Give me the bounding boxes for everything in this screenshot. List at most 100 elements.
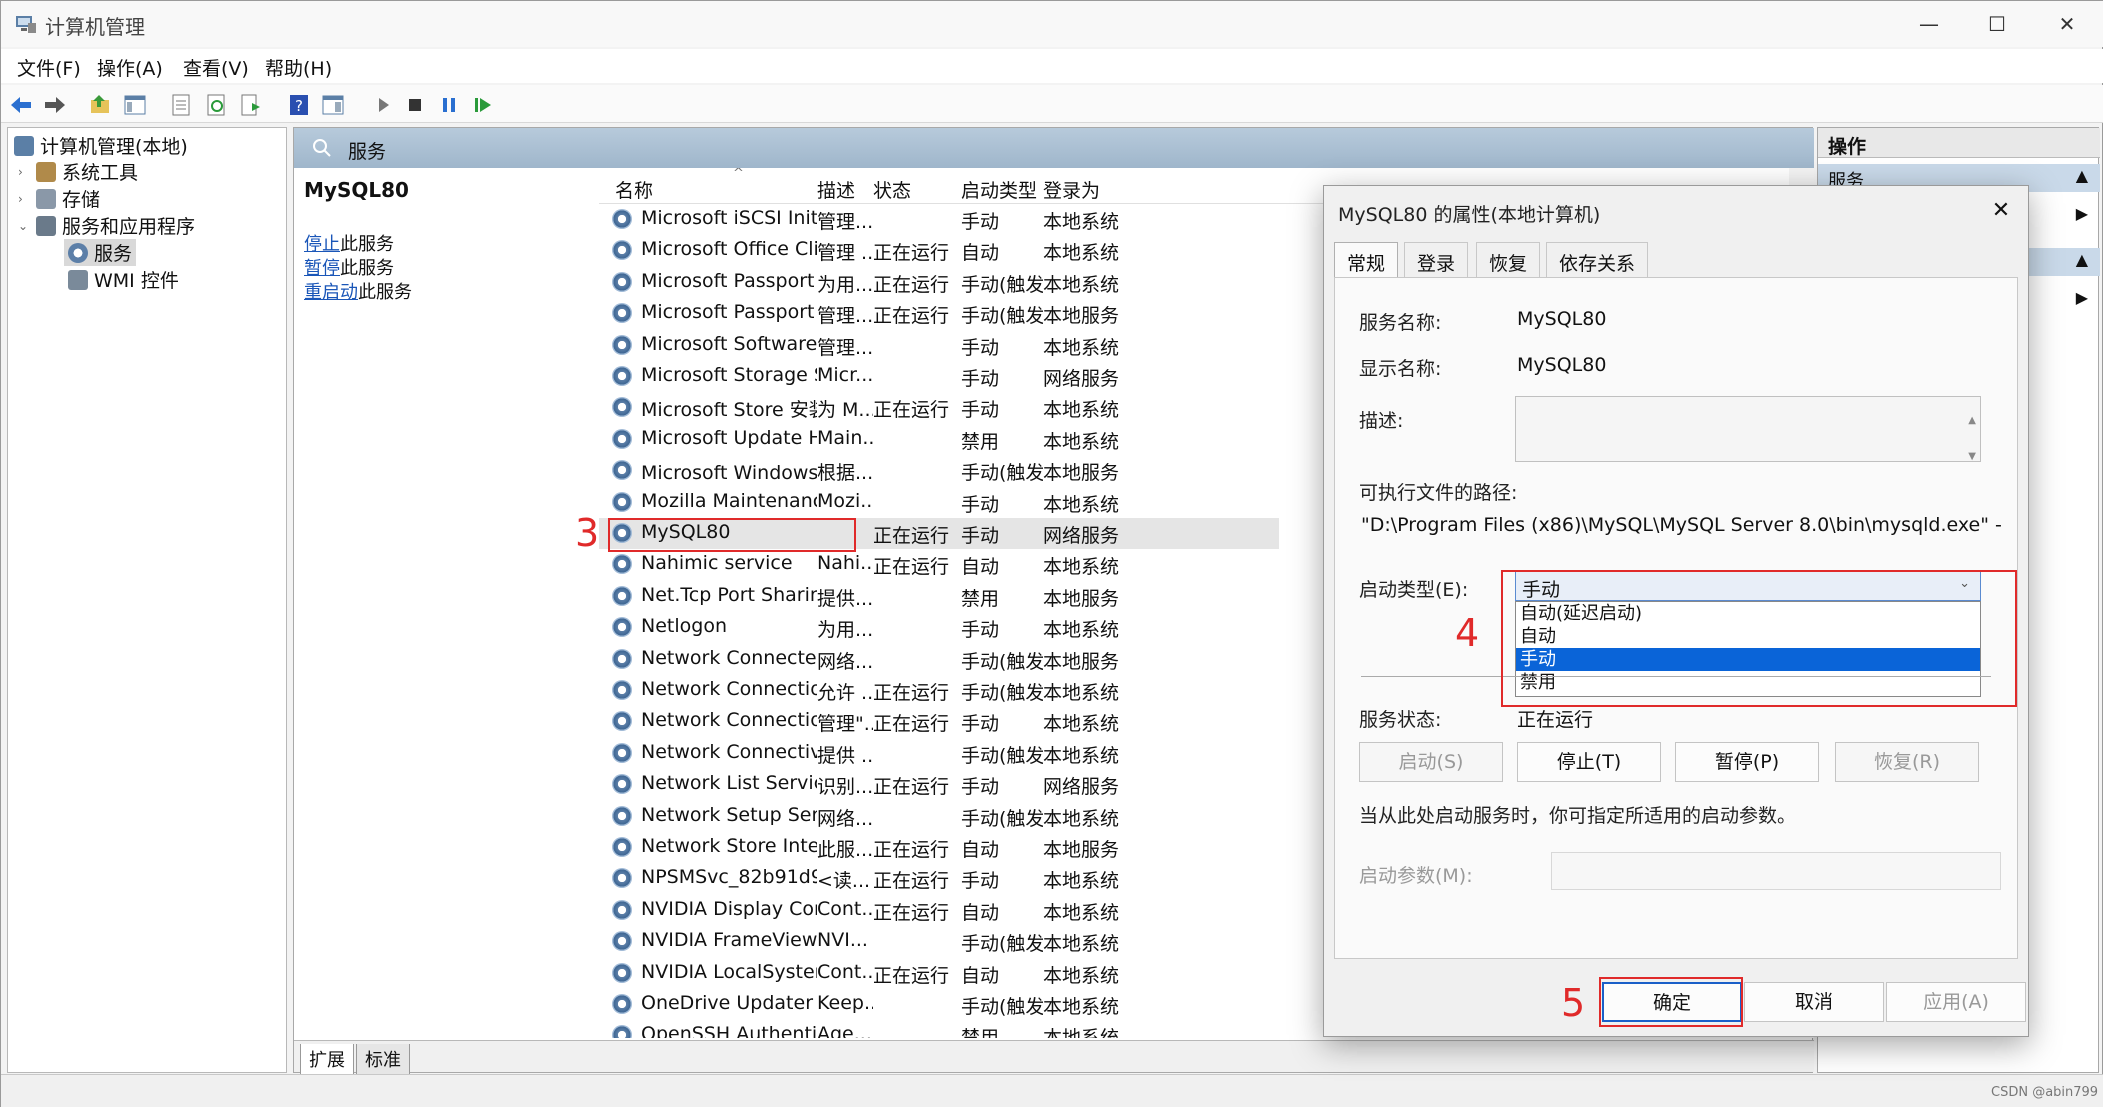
row-name: Microsoft Windows SMS 路...: [641, 462, 817, 485]
tree-item-wmi[interactable]: WMI 控件: [68, 266, 179, 293]
table-row[interactable]: Network List Service 识别... 正在运行 手动 网络服务: [599, 769, 1279, 800]
tree-root[interactable]: 计算机管理(本地): [14, 132, 188, 159]
table-row[interactable]: Network Connections管理"...正在运行手动 本地系统: [599, 706, 1279, 737]
restart-service-link[interactable]: 重启动: [304, 282, 358, 303]
tree-item-services-apps[interactable]: ⌄ 服务和应用程序: [18, 212, 195, 239]
submenu-arrow-icon[interactable]: ▶: [2076, 204, 2088, 223]
expand-icon[interactable]: ›: [18, 165, 30, 179]
row-logon-as: 本地系统: [1043, 430, 1120, 453]
tree-item-storage[interactable]: › 存储: [18, 185, 100, 212]
table-row[interactable]: Microsoft iSCSI Initiator Ser...管理... 手动 本…: [599, 204, 1279, 235]
submenu-arrow-icon[interactable]: ▶: [2076, 288, 2088, 307]
collapse-icon[interactable]: ⌄: [18, 219, 30, 233]
row-name: Net.Tcp Port Sharing Service: [641, 583, 817, 606]
start-service-icon[interactable]: [371, 93, 395, 117]
table-row[interactable]: Network Connection Broker允许 ...正在运行手动(触发…: [599, 675, 1279, 706]
menu-file[interactable]: 文件(F): [17, 54, 81, 81]
stop-service-icon[interactable]: [403, 93, 427, 117]
column-startup-type[interactable]: 启动类型: [961, 176, 1037, 203]
pause-service-link[interactable]: 暂停: [304, 258, 340, 279]
tab-dependencies[interactable]: 依存关系: [1546, 242, 1649, 278]
start-params-input[interactable]: [1551, 852, 2001, 890]
show-hide-tree-icon[interactable]: [123, 93, 147, 117]
column-logon-as[interactable]: 登录为: [1043, 176, 1100, 203]
table-row[interactable]: Net.Tcp Port Sharing Service提供... 禁用 本地服务: [599, 581, 1279, 612]
export-list-icon[interactable]: [239, 93, 263, 117]
table-row[interactable]: Microsoft Office Click-to-R...管理 ...正在运行…: [599, 235, 1279, 266]
gear-icon: [612, 240, 632, 261]
row-startup-type: 手动: [961, 368, 1000, 390]
table-row[interactable]: Microsoft Store 安装服务为 M...正在运行手动 本地系统: [599, 392, 1279, 423]
table-row[interactable]: Network Setup Service网络... 手动(触发...本地系统: [599, 801, 1279, 832]
properties-icon[interactable]: [169, 93, 193, 117]
collapse-up-icon[interactable]: ▲: [2076, 250, 2088, 269]
row-name: Network Connection Broker: [641, 678, 817, 700]
tab-logon[interactable]: 登录: [1404, 242, 1469, 278]
maximize-button[interactable]: ☐: [1967, 1, 2027, 47]
table-row[interactable]: Microsoft Update Health S...Main... 禁用 本地系…: [599, 424, 1279, 455]
pause-service-icon[interactable]: [437, 93, 461, 117]
menu-view[interactable]: 查看(V): [183, 54, 249, 81]
table-row[interactable]: NPSMSvc_82b91d9 <读... 正在运行 手动 本地系统: [599, 863, 1279, 894]
back-arrow-icon[interactable]: [9, 93, 33, 117]
table-row[interactable]: Mozilla Maintenance ServiceMozi... 手动 本地系统: [599, 487, 1279, 518]
table-row[interactable]: OneDrive Updater ServiceKeep... 手动(触发...本…: [599, 989, 1279, 1020]
table-row[interactable]: NVIDIA Display Container LSCont...正在运行自动…: [599, 895, 1279, 926]
column-description[interactable]: 描述: [817, 176, 855, 203]
menu-help[interactable]: 帮助(H): [265, 54, 332, 81]
row-status: 正在运行: [873, 682, 950, 704]
expand-icon[interactable]: ›: [18, 192, 30, 206]
restart-service-icon[interactable]: [471, 93, 495, 117]
table-row[interactable]: Microsoft Passport Container管理...正在运行手动(…: [599, 298, 1279, 329]
table-row[interactable]: Microsoft Storage Spaces S...Micr... 手动 网络…: [599, 361, 1279, 392]
start-button[interactable]: 启动(S): [1359, 742, 1503, 782]
menu-action[interactable]: 操作(A): [97, 54, 163, 81]
table-row[interactable]: Nahimic service Nahi... 正在运行 自动 本地系统: [599, 549, 1279, 580]
stop-button[interactable]: 停止(T): [1517, 742, 1661, 782]
row-description: 管理"...: [817, 713, 873, 736]
service-status-label: 服务状态:: [1359, 709, 1442, 731]
service-name-label: 服务名称:: [1359, 312, 1442, 334]
up-folder-icon[interactable]: [89, 93, 113, 117]
table-row[interactable]: Network Connectivity Assis...提供 ... 手动(触发…: [599, 738, 1279, 769]
column-status[interactable]: 状态: [873, 176, 911, 203]
watermark: CSDN @abin799: [1991, 1085, 2099, 1100]
close-button[interactable]: ✕: [2037, 1, 2097, 47]
show-action-pane-icon[interactable]: [321, 93, 345, 117]
tree-item-system-tools[interactable]: › 系统工具: [18, 158, 138, 185]
minimize-button[interactable]: —: [1899, 1, 1959, 47]
scroll-arrows-icon[interactable]: ▲ ▼: [1968, 403, 1976, 475]
description-box[interactable]: ▲ ▼: [1515, 396, 1981, 462]
cancel-button[interactable]: 取消: [1744, 982, 1884, 1022]
pause-button[interactable]: 暂停(P): [1675, 742, 1819, 782]
stop-service-link[interactable]: 停止: [304, 234, 340, 255]
row-description: Keep...: [817, 992, 873, 1014]
table-row[interactable]: Network Connected Devic...网络... 手动(触发...本…: [599, 644, 1279, 675]
collapse-up-icon[interactable]: ▲: [2076, 166, 2088, 185]
tab-standard[interactable]: 标准: [356, 1044, 410, 1075]
service-status-value: 正在运行: [1517, 709, 1594, 731]
table-row[interactable]: Netlogon 为用... 手动 本地系统: [599, 612, 1279, 643]
table-row[interactable]: OpenSSH Authentication ...Age... 禁用本地系统: [599, 1020, 1279, 1038]
table-row[interactable]: NVIDIA LocalSystem Conta...Cont...正在运行自动…: [599, 958, 1279, 989]
help-icon[interactable]: ?: [287, 93, 311, 117]
resume-button[interactable]: 恢复(R): [1835, 742, 1979, 782]
row-name: Microsoft Update Health S...: [641, 426, 817, 449]
dialog-close-button[interactable]: ✕: [1980, 190, 2022, 230]
tree-item-services[interactable]: 服务: [64, 239, 137, 266]
table-row[interactable]: Microsoft Software Shado...管理... 手动 本地系统: [599, 330, 1279, 361]
column-name[interactable]: 名称: [615, 176, 653, 203]
row-startup-type: 手动(触发...: [961, 807, 1043, 830]
table-row[interactable]: Microsoft Windows SMS 路...根据... 手动(触发...本…: [599, 455, 1279, 486]
tab-extended[interactable]: 扩展: [300, 1044, 354, 1075]
table-row[interactable]: NVIDIA FrameView SDK se...NVI... 手动(触发...…: [599, 926, 1279, 957]
table-row[interactable]: Microsoft Passport为用...正在运行手动(触发...本地系统: [599, 267, 1279, 298]
table-row[interactable]: Network Store Interface Se...此服...正在运行自动…: [599, 832, 1279, 863]
apply-button[interactable]: 应用(A): [1886, 982, 2026, 1022]
services-apps-icon: [36, 215, 56, 236]
forward-arrow-icon[interactable]: [43, 93, 67, 117]
row-startup-type: 自动: [961, 242, 1000, 265]
tab-general[interactable]: 常规: [1334, 242, 1399, 278]
refresh-icon[interactable]: [205, 93, 229, 117]
tab-recovery[interactable]: 恢复: [1476, 242, 1541, 278]
